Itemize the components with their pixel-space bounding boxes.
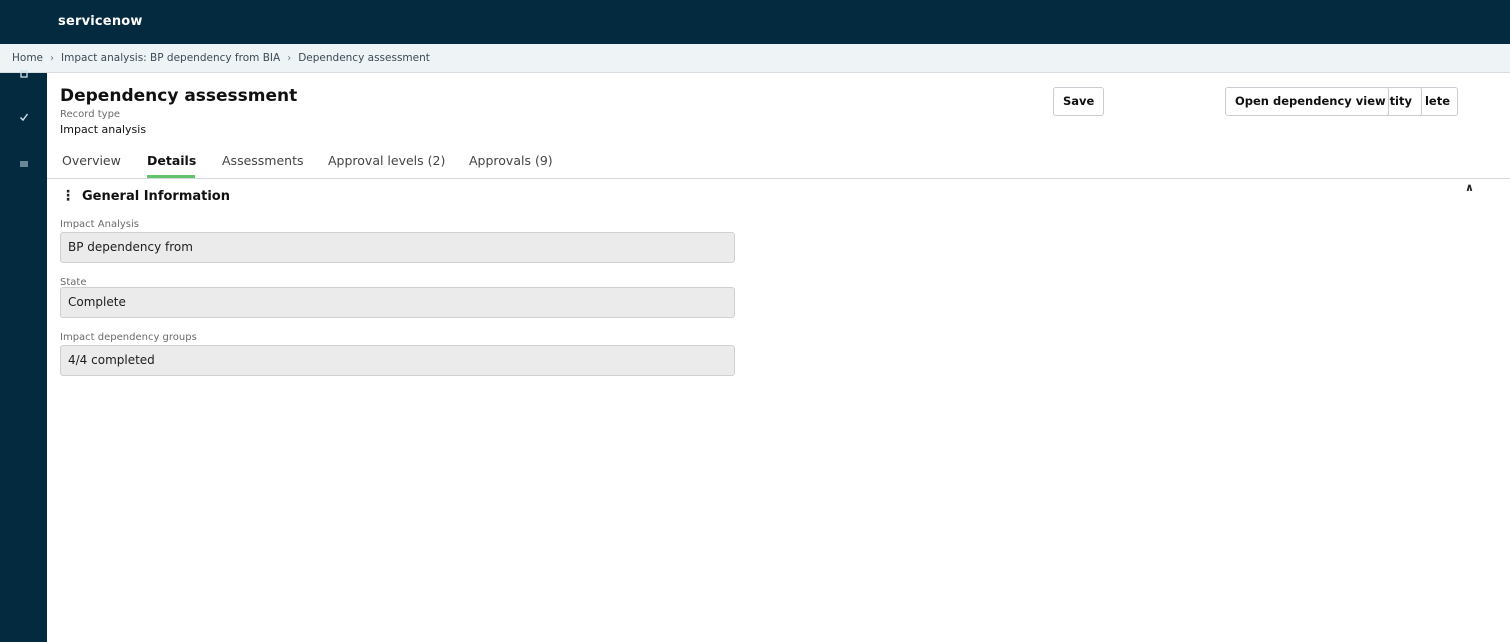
section-menu-icon[interactable]: ⋮ <box>61 188 75 204</box>
record-type-value: Impact analysis <box>60 123 147 136</box>
impact-dependency-groups-label: Impact dependency groups <box>60 332 197 343</box>
square-icon[interactable] <box>0 67 47 81</box>
save-button[interactable]: Save <box>1053 87 1104 116</box>
list-icon[interactable] <box>0 158 47 172</box>
active-tab-indicator <box>147 175 195 178</box>
page-title: Dependency assessment <box>60 86 298 106</box>
tab-assessments[interactable]: Assessments <box>222 153 304 168</box>
top-header-bar: servicenow <box>0 0 1510 44</box>
tab-details[interactable]: Details <box>147 153 196 168</box>
section-title: General Information <box>82 189 230 204</box>
check-icon[interactable] <box>0 111 47 125</box>
delete-button[interactable]: lete <box>1417 87 1458 116</box>
impact-analysis-label: Impact Analysis <box>60 219 139 230</box>
record-tabs: Overview Details Assessments Approval le… <box>47 143 1510 179</box>
servicenow-logo[interactable]: servicenow <box>58 14 143 29</box>
breadcrumb-separator: › <box>50 52 55 64</box>
breadcrumb: Home › Impact analysis: BP dependency fr… <box>12 52 430 64</box>
impact-analysis-field[interactable]: BP dependency from <box>60 232 735 263</box>
state-field[interactable]: Complete <box>60 287 735 318</box>
record-main-panel: Dependency assessment Record type Impact… <box>47 73 1510 642</box>
breadcrumb-home[interactable]: Home <box>12 52 43 64</box>
breadcrumb-current: Dependency assessment <box>298 52 430 64</box>
breadcrumb-separator: › <box>287 52 292 64</box>
collapse-section-icon[interactable]: ∧ <box>1465 181 1474 194</box>
tab-approval-levels[interactable]: Approval levels (2) <box>328 153 445 168</box>
left-nav-rail <box>0 70 47 642</box>
tab-overview[interactable]: Overview <box>62 153 121 168</box>
breadcrumb-bar: Home › Impact analysis: BP dependency fr… <box>0 44 1510 73</box>
tab-approvals[interactable]: Approvals (9) <box>469 153 553 168</box>
breadcrumb-impact-analysis[interactable]: Impact analysis: BP dependency from BIA <box>61 52 280 64</box>
impact-dependency-groups-field[interactable]: 4/4 completed <box>60 345 735 376</box>
record-type-label: Record type <box>60 109 121 120</box>
open-dependency-view-button[interactable]: Open dependency view <box>1225 87 1389 116</box>
